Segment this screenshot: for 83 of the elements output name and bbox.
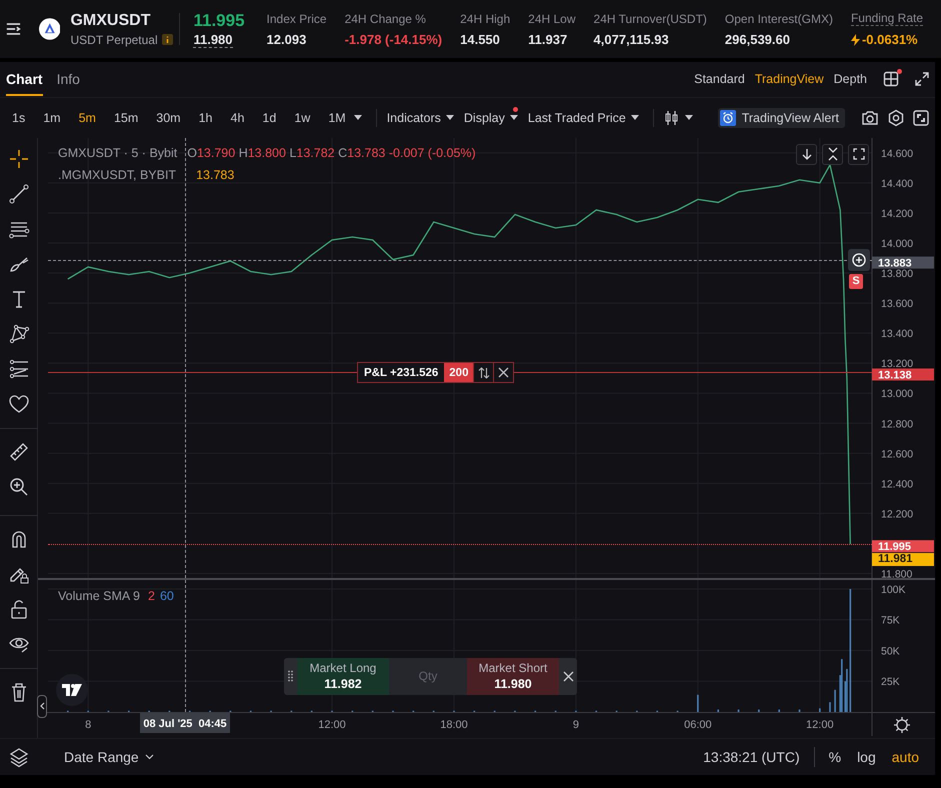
stat-value: 11.937 [528,32,568,46]
price-tick: 12.200 [881,508,914,520]
stat-value: 296,539.60 [724,32,790,46]
price-tick: 11.800 [881,568,912,578]
mark-price-tag: 11.981 [872,552,934,566]
interval-option[interactable]: 1M [328,110,346,125]
scale-mode-button[interactable]: % [828,749,842,766]
price-tick: 12.800 [881,418,914,430]
mark-price: 11.980 [193,32,233,48]
qty-field[interactable]: Qty [389,658,467,695]
volume-param: 60 [160,588,174,603]
stat-value: -0.0631% [862,32,918,47]
stat-value: -1.978 (-14.15%) [344,32,442,46]
interval-option[interactable]: 15m [114,110,138,125]
volume-tick: 50K [881,645,900,658]
chart-title: GMXUSDT · 5 · Bybit [58,146,178,160]
alert-button[interactable]: TradingView Alert [718,108,845,128]
stat-value: 12.093 [266,32,306,46]
time-tick: 12:00 [806,718,834,731]
interval-option[interactable]: 4h [230,110,244,125]
price-tick: 13.400 [881,328,914,340]
ohlc-values: O13.790 H13.800 L13.782 C13.783 -0.007 (-0.05%) [187,146,476,160]
position-quantity: 200 [444,363,474,382]
pnl-label: P&L +231.526 [363,366,440,381]
price-tick: 13.600 [881,298,914,310]
interval-option[interactable]: 1h [198,110,213,125]
stat-label: Open Interest(GMX) [724,12,833,26]
stat-label: 24H Change % [344,12,427,26]
price-tick: 14.600 [881,148,914,160]
time-tick: 9 [572,718,579,731]
stat-label: 24H Low [528,12,576,26]
price-tag: 11.995 [872,540,934,553]
contract-type: USDT Perpetual [70,32,158,46]
price-tick: 13.200 [881,358,914,370]
interval-option[interactable]: 1s [12,110,26,125]
volume-title: Volume SMA 9 [58,588,140,603]
view-option[interactable]: Standard [694,72,745,86]
stat-value: 4,077,115.93 [594,32,669,46]
symbol-name: GMXUSDT [70,12,152,30]
price-tag: 13.883 [872,256,934,270]
price-tick: 14.400 [881,178,914,190]
price-tag: 13.138 [872,368,934,382]
volume-tick: 25K [881,676,900,688]
scale-mode-button[interactable]: log [857,749,876,766]
view-option[interactable]: TradingView [754,72,824,86]
interval-option[interactable]: 5m [78,110,96,125]
price-tick: 12.400 [881,478,914,490]
stat-label: Index Price [266,12,327,26]
scale-mode-button[interactable]: auto [892,749,919,766]
volume-tick: 100K [881,584,906,596]
stat-label: Funding Rate [850,11,923,26]
price-source-button[interactable]: Last Traded Price [528,110,639,125]
interval-option[interactable]: 1d [262,110,276,125]
stat-label: 24H Turnover(USDT) [594,12,707,26]
tab[interactable]: Chart [6,62,43,96]
view-option[interactable]: Depth [834,72,867,86]
price-tick: 13.800 [881,268,914,280]
interval-option[interactable]: 30m [156,110,181,125]
stat-value: 14.550 [460,32,500,46]
interval-option[interactable]: 1m [43,110,61,125]
date-range-button[interactable]: Date Range [64,749,154,766]
time-tick: 8 [85,718,92,731]
volume-tick: 75K [881,614,900,627]
indicators-button[interactable]: Indicators [386,110,454,125]
interval-option[interactable]: 1w [294,110,310,125]
time-tick: 12:00 [318,718,346,731]
clock-time: 13:38:21 (UTC) [703,749,800,766]
stat-label: 24H High [460,12,510,26]
market-short-button[interactable]: Market Short 11.980 [467,658,559,695]
price-tick: 14.200 [881,208,914,220]
price-tick: 13.000 [881,388,914,400]
index-value: 13.783 [196,168,234,182]
volume-param: 2 [148,588,155,603]
time-tick: 18:00 [440,718,468,731]
time-tag: 08 Jul '25 04:45 [140,712,230,733]
index-name: .MGMXUSDT, BYBIT [58,168,176,182]
last-price: 11.995 [193,10,245,30]
price-tick: 14.000 [881,238,914,250]
market-long-button[interactable]: Market Long 11.982 [297,658,389,695]
tab[interactable]: Info [56,62,80,96]
sell-marker: S [849,274,863,289]
price-tick: 12.600 [881,448,914,460]
time-tick: 06:00 [684,718,712,731]
